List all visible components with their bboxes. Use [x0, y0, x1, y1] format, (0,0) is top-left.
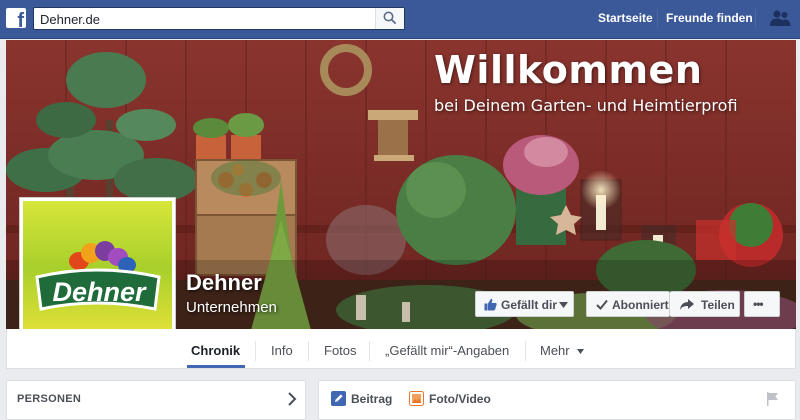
flag-icon[interactable]	[767, 392, 779, 406]
nav-find-friends-link[interactable]: Freunde finden	[666, 11, 753, 25]
tab-chronik[interactable]: Chronik	[191, 343, 240, 358]
follow-button[interactable]: Abonniert	[586, 291, 670, 317]
nav-divider	[657, 9, 658, 27]
share-button-label: Teilen	[701, 298, 735, 312]
like-button[interactable]: Gefällt dir	[475, 291, 574, 317]
svg-text:Dehner: Dehner	[52, 277, 147, 307]
tab-divider	[369, 341, 370, 361]
more-options-button[interactable]: •••	[744, 291, 780, 317]
page-category[interactable]: Unternehmen	[186, 299, 277, 316]
thumbs-up-icon	[484, 298, 497, 311]
facebook-logo-icon[interactable]: f	[6, 8, 26, 28]
people-card: PERSONEN	[6, 380, 306, 420]
tab-mehr[interactable]: Mehr	[540, 343, 585, 358]
photo-icon	[409, 391, 424, 407]
search-button[interactable]	[375, 8, 404, 29]
composer-tab-photo-label: Foto/Video	[429, 391, 491, 406]
share-button[interactable]: Teilen	[670, 291, 740, 317]
dehner-logo: Dehner	[23, 201, 172, 350]
composer-tab-post[interactable]: Beitrag	[331, 391, 393, 407]
tab-fotos[interactable]: Fotos	[324, 343, 357, 358]
friends-icon[interactable]	[768, 9, 792, 27]
tab-likes[interactable]: „Gefällt mir“-Angaben	[385, 343, 509, 358]
follow-button-label: Abonniert	[612, 298, 669, 312]
tab-divider	[255, 341, 256, 361]
tab-info[interactable]: Info	[271, 343, 293, 358]
checkmark-icon	[596, 299, 608, 310]
cover-title: Willkommen	[434, 48, 703, 92]
top-navigation-bar: f Startseite Freunde finden	[0, 0, 800, 39]
tab-divider	[525, 341, 526, 361]
nav-divider	[755, 9, 756, 27]
page-name[interactable]: Dehner	[186, 270, 262, 296]
composer-tab-post-label: Beitrag	[351, 391, 393, 406]
more-options-label: •••	[753, 297, 764, 311]
tab-divider	[308, 341, 309, 361]
search-input[interactable]	[40, 11, 370, 27]
people-card-header[interactable]: PERSONEN	[17, 393, 81, 405]
tab-mehr-label: Mehr	[540, 343, 570, 358]
caret-down-icon	[559, 302, 568, 308]
composer-tab-photo[interactable]: Foto/Video	[409, 391, 491, 407]
cover-subtitle: bei Deinem Garten- und Heimtierprofi	[434, 96, 738, 115]
caret-down-icon	[577, 349, 585, 355]
like-button-label: Gefällt dir	[501, 298, 558, 312]
search-box	[33, 7, 405, 30]
share-arrow-icon	[680, 299, 694, 310]
search-icon	[383, 11, 397, 25]
page-tab-bar: Chronik Info Fotos „Gefällt mir“-Angaben…	[6, 329, 796, 369]
active-tab-indicator	[187, 365, 245, 368]
post-composer: Beitrag Foto/Video	[318, 380, 796, 420]
chevron-right-icon[interactable]	[287, 392, 297, 406]
nav-home-link[interactable]: Startseite	[598, 11, 653, 25]
pencil-icon	[331, 391, 346, 407]
